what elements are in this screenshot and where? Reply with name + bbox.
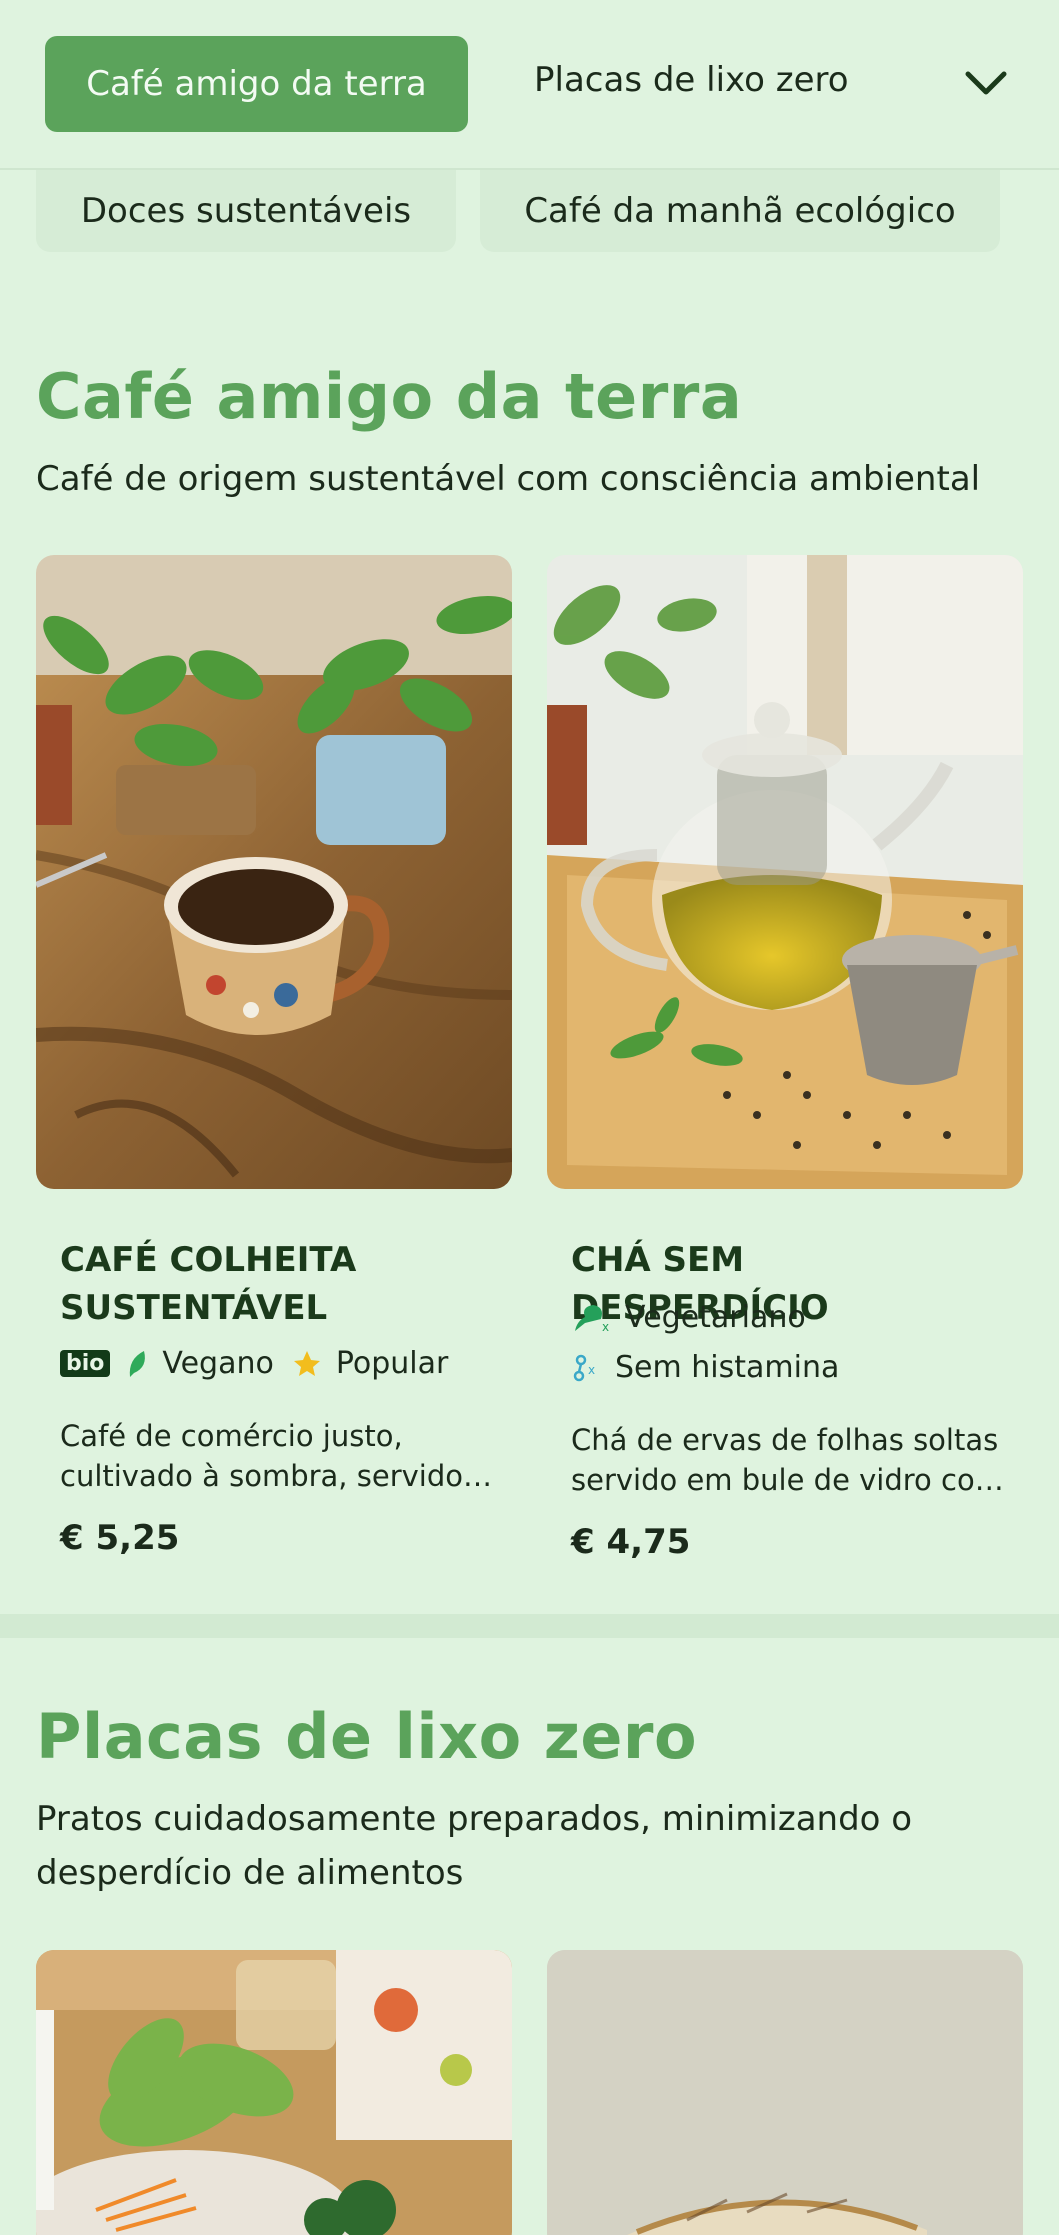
bio-badge: bio xyxy=(60,1350,111,1377)
section-title: Placas de lixo zero xyxy=(36,1700,698,1773)
item-tag-histamine: x Sem histamina xyxy=(571,1350,839,1385)
item-price: € 4,75 xyxy=(571,1522,691,1562)
category-tab-active[interactable]: Café amigo da terra xyxy=(45,36,468,132)
category-bar: Café amigo da terra Placas de lixo zero xyxy=(0,0,1059,170)
item-description: Café de comércio justo, cultivado à somb… xyxy=(60,1419,492,1493)
item-tags: bio Vegano Popular xyxy=(60,1346,448,1381)
category-chip-breakfast[interactable]: Café da manhã ecológico xyxy=(480,170,1000,252)
star-icon xyxy=(293,1350,320,1376)
popular-tag: Popular xyxy=(335,1346,449,1381)
category-tab-next[interactable]: Placas de lixo zero xyxy=(534,60,849,100)
vegetarian-tag: Vegetariano xyxy=(625,1300,806,1335)
chevron-down-icon[interactable] xyxy=(962,62,1010,102)
histamine-free-tag: Sem histamina xyxy=(615,1350,840,1385)
vegan-tag: Vegano xyxy=(162,1346,274,1381)
sandwich-image[interactable] xyxy=(547,1950,1023,2235)
item-name[interactable]: CAFÉ COLHEITA SUSTENTÁVEL xyxy=(60,1236,500,1332)
category-chip-sweets[interactable]: Doces sustentáveis xyxy=(36,170,456,252)
section-subtitle: Café de origem sustentável com consciênc… xyxy=(36,459,981,499)
leaf-icon xyxy=(130,1350,146,1377)
section-subtitle: Pratos cuidadosamente preparados, minimi… xyxy=(36,1799,913,1893)
svg-text:x: x xyxy=(602,1320,609,1334)
section-title: Café amigo da terra xyxy=(36,360,743,433)
salad-plate-image[interactable] xyxy=(36,1950,512,2235)
section-divider xyxy=(0,1614,1059,1638)
category-row-2: Doces sustentáveis Café da manhã ecológi… xyxy=(0,170,1059,252)
vegetarian-icon: x xyxy=(575,1304,609,1334)
item-description: Chá de ervas de folhas soltas servido em… xyxy=(571,1423,1004,1497)
svg-text:x: x xyxy=(588,1363,595,1377)
coffee-cup-image[interactable] xyxy=(36,555,512,1189)
histamine-icon: x xyxy=(573,1354,595,1381)
teapot-image[interactable] xyxy=(547,555,1023,1189)
item-tag-vegetarian: x Vegetariano xyxy=(571,1300,806,1335)
item-price: € 5,25 xyxy=(60,1518,180,1558)
